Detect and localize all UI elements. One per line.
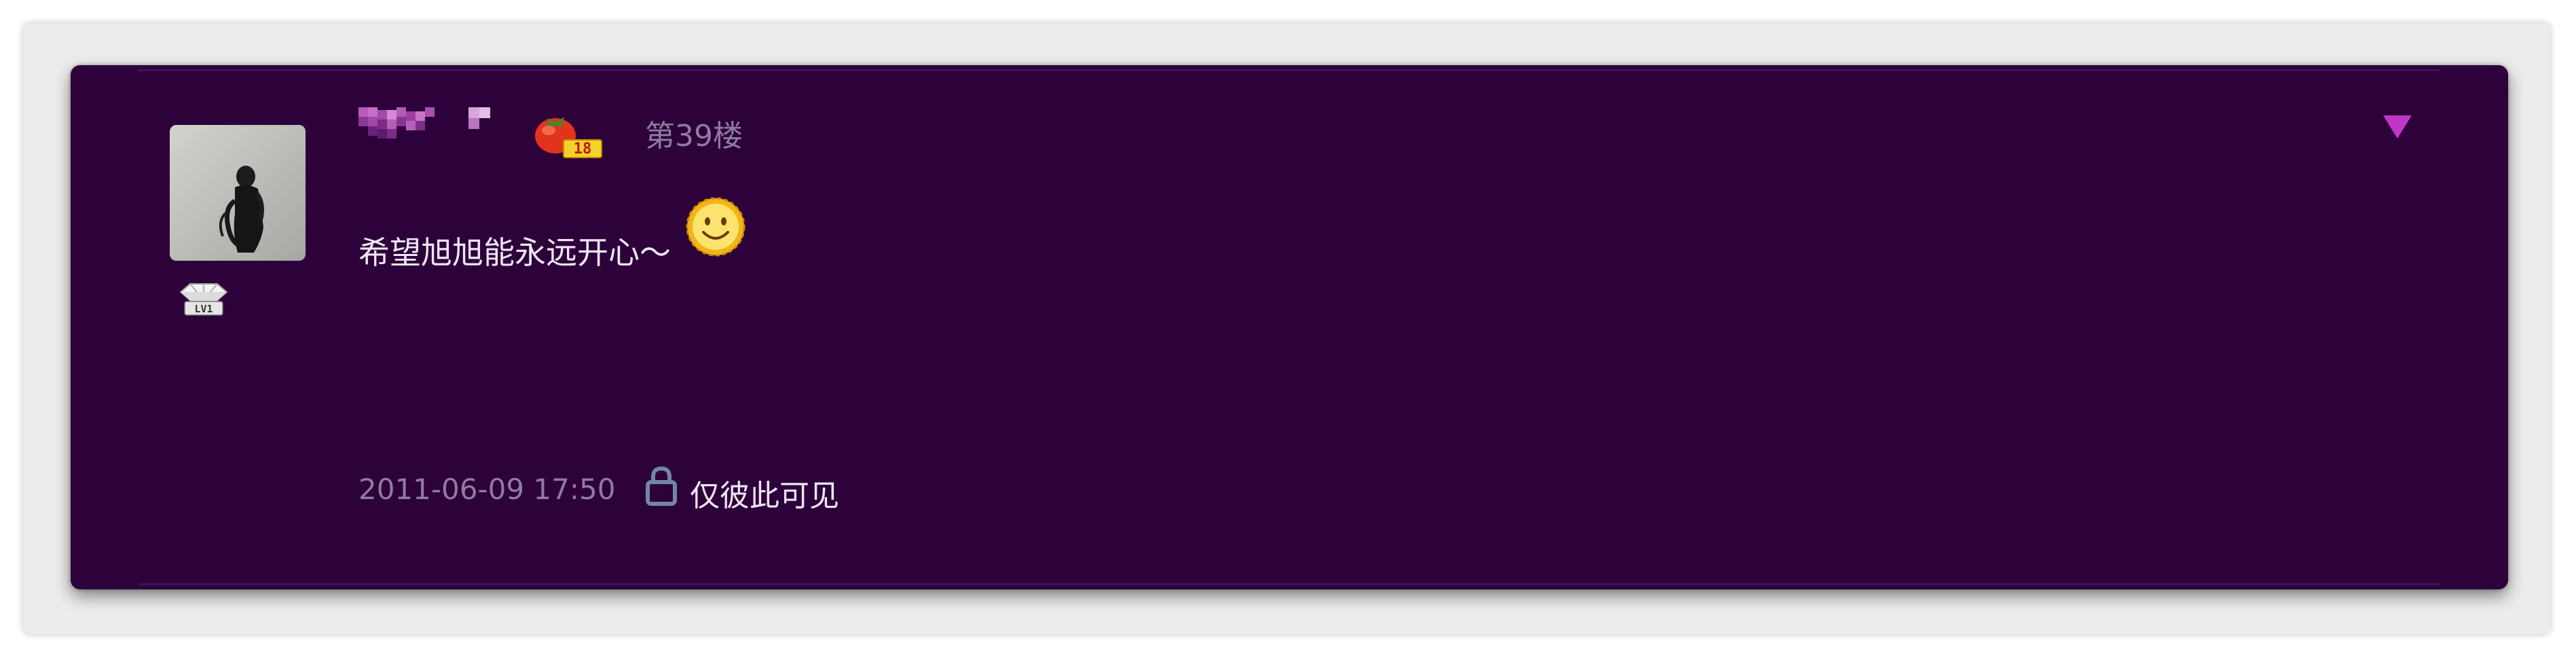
- timestamp: 2011-06-09 17:50: [358, 473, 616, 506]
- card-bottom-divider: [139, 583, 2440, 585]
- floor-number: 第39楼: [645, 119, 743, 153]
- medal-number-text: 18: [574, 141, 592, 158]
- username-pixelated[interactable]: [358, 103, 508, 147]
- comment-text: 希望旭旭能永远开心～: [358, 234, 671, 271]
- card-top-divider: [139, 69, 2440, 71]
- level-badge-text: LV1: [194, 303, 213, 315]
- lock-icon: [645, 464, 678, 507]
- smiley-face-icon: [684, 196, 747, 258]
- avatar[interactable]: [170, 125, 306, 261]
- diamond-badge-icon: LV1: [177, 281, 231, 322]
- tomato-medal-icon[interactable]: 18: [532, 106, 607, 160]
- comment-card: LV1 18 第39楼 希望旭旭能永远开心～ 2011-06-09 17:50 …: [71, 65, 2508, 589]
- visibility-label: 仅彼此可见: [690, 479, 839, 513]
- avatar-photo: [170, 125, 306, 261]
- triangle-down-icon[interactable]: [2383, 115, 2412, 139]
